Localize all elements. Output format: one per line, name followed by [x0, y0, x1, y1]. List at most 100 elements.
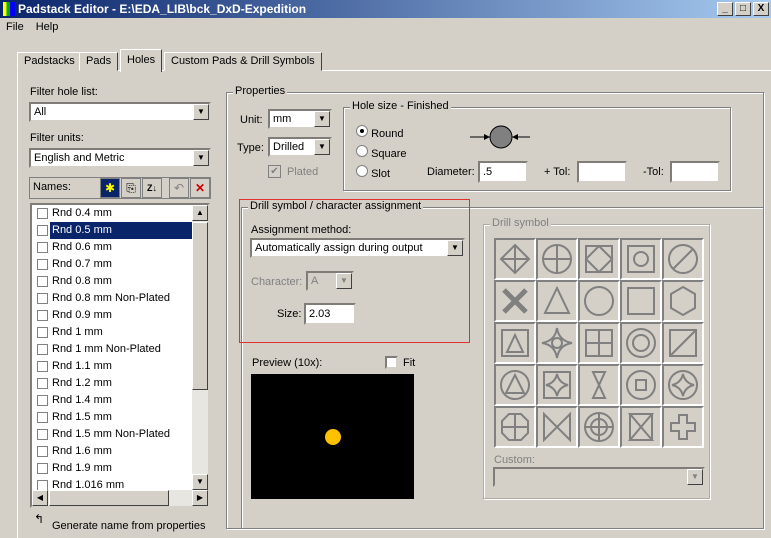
chevron-down-icon[interactable]: ▼ — [314, 111, 330, 127]
item-checkbox[interactable] — [37, 327, 48, 338]
list-item[interactable]: Rnd 1.5 mm Non-Plated — [34, 426, 192, 443]
drill-symbol-circle-icon[interactable] — [578, 280, 620, 322]
item-checkbox[interactable] — [37, 293, 48, 304]
unit-select[interactable]: mm ▼ — [268, 109, 332, 129]
item-checkbox[interactable] — [37, 361, 48, 372]
tab-holes[interactable]: Holes — [120, 49, 163, 72]
scroll-left-icon[interactable]: ◀ — [32, 490, 48, 506]
drill-symbol-double-circle-icon[interactable] — [620, 322, 662, 364]
radio-round[interactable]: Round — [356, 124, 407, 144]
tab-pads[interactable]: Pads — [79, 52, 119, 71]
list-item[interactable]: Rnd 1 mm — [34, 324, 192, 341]
menu-file[interactable]: File — [0, 18, 30, 36]
minimize-button[interactable]: _ — [717, 2, 733, 16]
drill-symbol-x-mark-icon[interactable] — [494, 280, 536, 322]
drill-symbol-diamond-cross-icon[interactable] — [494, 238, 536, 280]
drill-symbol-circle-slash-icon[interactable] — [662, 238, 704, 280]
drill-symbol-square-diagonal-icon[interactable] — [662, 322, 704, 364]
drill-symbol-square-icon[interactable] — [620, 280, 662, 322]
vertical-scrollbar[interactable]: ▲ ▼ — [192, 205, 208, 490]
scroll-up-icon[interactable]: ▲ — [192, 205, 208, 221]
item-checkbox[interactable] — [37, 208, 48, 219]
hscroll-thumb[interactable] — [49, 490, 169, 506]
tab-custom-pads[interactable]: Custom Pads & Drill Symbols — [164, 52, 322, 71]
filter-units-select[interactable]: English and Metric ▼ — [29, 148, 211, 168]
drill-symbol-circle-square-icon[interactable] — [620, 364, 662, 406]
item-checkbox[interactable] — [37, 259, 48, 270]
type-select[interactable]: Drilled ▼ — [268, 137, 332, 157]
item-checkbox[interactable] — [37, 310, 48, 321]
drill-symbol-bowtie-icon[interactable] — [536, 406, 578, 448]
plus-tol-input[interactable] — [577, 161, 627, 183]
list-item[interactable]: Rnd 0.5 mm — [34, 222, 192, 239]
tab-padstacks[interactable]: Padstacks — [17, 52, 82, 71]
drill-symbol-square-circle-icon[interactable] — [620, 238, 662, 280]
list-item[interactable]: Rnd 0.9 mm — [34, 307, 192, 324]
chevron-down-icon[interactable]: ▼ — [193, 150, 209, 166]
drill-symbol-octagon-cross-icon[interactable] — [494, 406, 536, 448]
custom-select[interactable]: ▼ — [493, 467, 705, 487]
drill-symbol-hourglass-icon[interactable] — [620, 406, 662, 448]
drill-symbol-square-grid-icon[interactable] — [578, 322, 620, 364]
drill-symbol-star-circle-icon[interactable] — [536, 322, 578, 364]
copy-icon[interactable]: ⎘ — [121, 178, 141, 198]
minus-tol-input[interactable] — [670, 161, 720, 183]
scroll-thumb[interactable] — [192, 222, 208, 390]
menu-help[interactable]: Help — [30, 18, 65, 36]
list-item[interactable]: Rnd 1.1 mm — [34, 358, 192, 375]
drill-symbol-target-icon[interactable] — [578, 406, 620, 448]
list-item[interactable]: Rnd 1.9 mm — [34, 460, 192, 477]
scroll-right-icon[interactable]: ▶ — [192, 490, 208, 506]
item-checkbox[interactable] — [37, 446, 48, 457]
drill-symbol-triangle-icon[interactable] — [536, 280, 578, 322]
size-input[interactable]: 2.03 — [304, 303, 356, 325]
list-item[interactable]: Rnd 0.6 mm — [34, 239, 192, 256]
drill-symbol-hexagon-icon[interactable] — [662, 280, 704, 322]
maximize-button[interactable]: □ — [735, 2, 751, 16]
plated-checkbox[interactable]: ✔ — [268, 165, 281, 178]
item-checkbox[interactable] — [37, 225, 48, 236]
item-checkbox[interactable] — [37, 429, 48, 440]
undo-icon[interactable]: ↶ — [169, 178, 189, 198]
fit-checkbox[interactable] — [385, 356, 398, 369]
sort-icon[interactable]: Z↓ — [142, 178, 162, 198]
drill-symbol-circle-star-icon[interactable] — [662, 364, 704, 406]
new-icon[interactable]: ✱ — [100, 178, 120, 198]
list-item[interactable]: Rnd 0.4 mm — [34, 205, 192, 222]
drill-symbol-plus-icon[interactable] — [662, 406, 704, 448]
diameter-input[interactable]: .5 — [478, 161, 528, 183]
chevron-down-icon[interactable]: ▼ — [336, 273, 352, 289]
drill-symbol-hourglass-curve-icon[interactable] — [578, 364, 620, 406]
filter-hole-select[interactable]: All ▼ — [29, 102, 211, 122]
close-button[interactable]: X — [753, 2, 769, 16]
generate-name-link[interactable]: Generate name from properties — [52, 520, 205, 532]
item-checkbox[interactable] — [37, 344, 48, 355]
drill-symbol-square-star-icon[interactable] — [536, 364, 578, 406]
item-checkbox[interactable] — [37, 276, 48, 287]
list-item[interactable]: Rnd 0.8 mm Non-Plated — [34, 290, 192, 307]
character-select[interactable]: A ▼ — [306, 271, 354, 291]
radio-square[interactable]: Square — [356, 144, 407, 164]
item-checkbox[interactable] — [37, 242, 48, 253]
item-checkbox[interactable] — [37, 378, 48, 389]
item-checkbox[interactable] — [37, 395, 48, 406]
radio-slot[interactable]: Slot — [356, 164, 407, 184]
chevron-down-icon[interactable]: ▼ — [314, 139, 330, 155]
scroll-down-icon[interactable]: ▼ — [192, 474, 208, 490]
list-item[interactable]: Rnd 0.7 mm — [34, 256, 192, 273]
drill-symbol-circle-cross-icon[interactable] — [536, 238, 578, 280]
drill-symbol-circle-triangle-icon[interactable] — [494, 364, 536, 406]
chevron-down-icon[interactable]: ▼ — [687, 469, 703, 485]
item-checkbox[interactable] — [37, 463, 48, 474]
chevron-down-icon[interactable]: ▼ — [447, 240, 463, 256]
list-item[interactable]: Rnd 0.8 mm — [34, 273, 192, 290]
list-item[interactable]: Rnd 1.4 mm — [34, 392, 192, 409]
horizontal-scrollbar[interactable]: ◀ ▶ — [32, 490, 208, 506]
list-item[interactable]: Rnd 1.2 mm — [34, 375, 192, 392]
item-checkbox[interactable] — [37, 412, 48, 423]
list-item[interactable]: Rnd 1 mm Non-Plated — [34, 341, 192, 358]
drill-symbol-square-triangle-icon[interactable] — [494, 322, 536, 364]
delete-icon[interactable]: ✕ — [190, 178, 210, 198]
chevron-down-icon[interactable]: ▼ — [193, 104, 209, 120]
list-item[interactable]: Rnd 1.6 mm — [34, 443, 192, 460]
